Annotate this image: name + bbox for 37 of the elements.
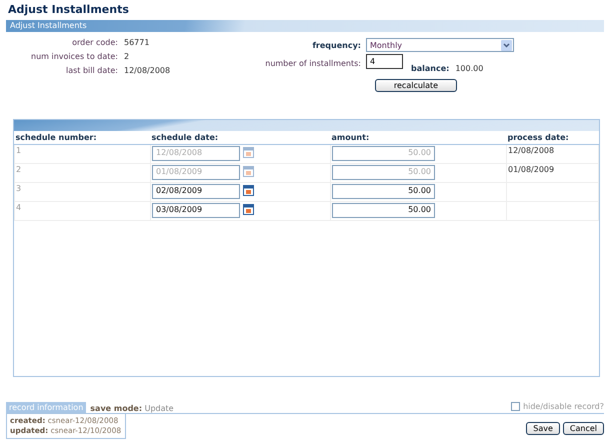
row-number: 3 — [16, 184, 22, 193]
field-label: num invoices to date: — [30, 52, 118, 61]
save-mode-text: save mode: Update — [90, 404, 174, 413]
amount-input[interactable]: 50.00 — [332, 184, 435, 199]
installments-input[interactable]: 4 — [366, 54, 403, 69]
date-input[interactable]: 03/08/2009 — [152, 203, 240, 218]
process-date: 12/08/2008 — [508, 146, 554, 155]
date-input[interactable]: 02/08/2009 — [152, 184, 240, 199]
balance-value: 100.00 — [455, 64, 484, 73]
amount-input[interactable]: 50.00 — [332, 203, 435, 218]
field-value: 12/08/2008 — [124, 66, 172, 75]
calendar-icon[interactable] — [243, 184, 254, 196]
action-button[interactable]: Save — [526, 422, 560, 435]
page-title: Adjust Installments — [8, 3, 130, 16]
row-number: 4 — [16, 203, 22, 212]
row-number: 1 — [16, 146, 22, 155]
column-header: schedule date: — [150, 131, 330, 144]
field-label: order code: — [71, 38, 118, 47]
recalculate-button[interactable]: recalculate — [375, 79, 457, 92]
column-header: amount: — [330, 131, 506, 144]
checkbox-label: hide/disable record? — [523, 402, 604, 411]
calendar-icon[interactable] — [243, 203, 254, 215]
field-value: 56771 — [124, 38, 150, 47]
row-number: 2 — [16, 165, 22, 174]
process-date: 01/08/2009 — [508, 165, 554, 174]
balance-label: balance: — [411, 64, 450, 73]
section-header: Adjust Installments — [6, 20, 604, 32]
column-header: schedule number: — [14, 131, 150, 144]
action-button[interactable]: Cancel — [562, 422, 604, 435]
hide-record-checkbox[interactable] — [511, 402, 520, 411]
frequency-label: frequency: — [311, 40, 361, 50]
frequency-select[interactable]: Monthly — [366, 38, 514, 52]
installments-label: number of installments: — [264, 59, 361, 68]
column-header: process date: — [506, 131, 598, 144]
dropdown-arrow-icon[interactable] — [501, 40, 512, 50]
field-value: 2 — [124, 52, 130, 61]
field-label: last bill date: — [65, 66, 118, 75]
